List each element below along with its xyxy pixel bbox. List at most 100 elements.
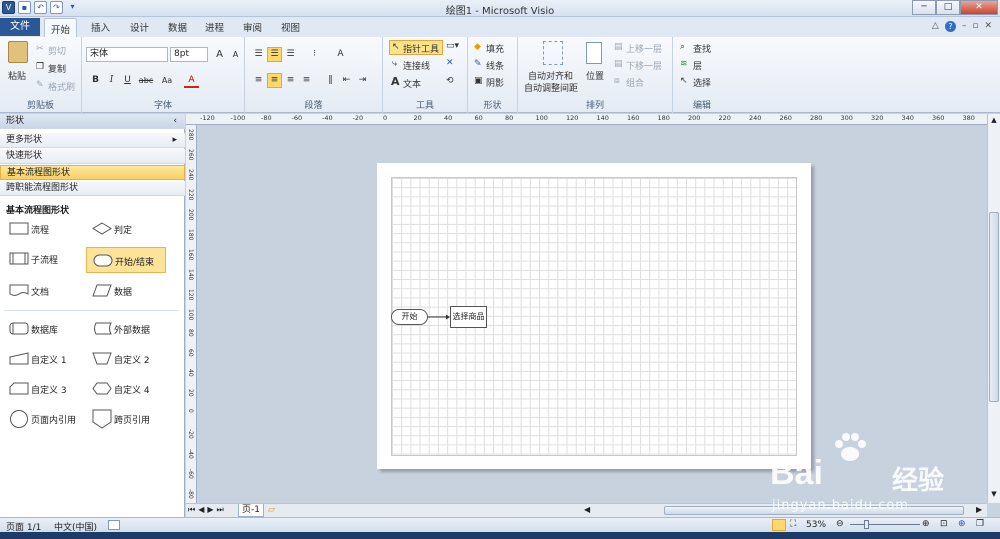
zoom-slider-track[interactable] bbox=[850, 524, 920, 525]
position-icon[interactable] bbox=[586, 42, 602, 64]
basic-flowchart-item[interactable]: 基本流程图形状 bbox=[0, 165, 185, 180]
strikethrough-button[interactable]: abc bbox=[137, 73, 155, 88]
text-direction-icon[interactable]: A bbox=[333, 47, 348, 62]
shape-item-custom1[interactable]: 自定义 1 bbox=[3, 348, 85, 370]
scroll-down-icon[interactable]: ▼ bbox=[989, 490, 999, 499]
tab-insert[interactable]: 插入 bbox=[91, 20, 110, 34]
shape-item-document[interactable]: 文档 bbox=[3, 280, 85, 302]
send-backward-button[interactable]: 下移一层 bbox=[626, 59, 662, 72]
fill-button[interactable]: 填充 bbox=[486, 42, 504, 55]
bold-button[interactable]: B bbox=[88, 73, 103, 88]
zoom-slider-thumb[interactable] bbox=[864, 520, 869, 529]
select-product-process-shape[interactable]: 选择商品 bbox=[450, 306, 487, 328]
grow-font-button[interactable]: A bbox=[212, 47, 227, 62]
tab-review[interactable]: 审阅 bbox=[243, 20, 262, 34]
more-shapes-item[interactable]: 更多形状 ▸ bbox=[0, 133, 185, 148]
rectangle-tool-icon[interactable]: ▭▾ bbox=[446, 41, 459, 51]
full-screen-icon[interactable]: ⛶ bbox=[790, 519, 796, 529]
align-right-icon[interactable]: ≡ bbox=[283, 73, 298, 88]
format-painter-icon[interactable]: ✎ bbox=[36, 80, 44, 90]
increase-indent-icon[interactable]: ⇥ bbox=[355, 73, 370, 88]
macro-record-icon[interactable] bbox=[108, 520, 120, 530]
align-center-icon[interactable]: ≡ bbox=[267, 73, 282, 88]
switch-windows-icon[interactable]: ❐ bbox=[976, 519, 984, 529]
pan-zoom-icon[interactable]: ⊕ bbox=[958, 519, 966, 529]
position-button[interactable]: 位置 bbox=[586, 69, 604, 82]
shape-item-data[interactable]: 数据 bbox=[86, 280, 168, 302]
vertical-scrollbar[interactable]: ▲ ▼ bbox=[987, 114, 1000, 503]
maximize-button[interactable]: □ bbox=[936, 0, 960, 15]
format-painter-button[interactable]: 格式刷 bbox=[48, 80, 75, 93]
help-icon[interactable]: ? bbox=[944, 21, 956, 32]
tab-data[interactable]: 数据 bbox=[168, 20, 187, 34]
connector-tool-button[interactable]: 连接线 bbox=[403, 59, 430, 72]
justify-icon[interactable]: ≡ bbox=[299, 73, 314, 88]
shape-item-on-page-reference[interactable]: 页面内引用 bbox=[3, 408, 85, 430]
minimize-button[interactable]: ─ bbox=[912, 0, 936, 15]
rotate-icon[interactable]: ⟲ bbox=[446, 76, 454, 86]
shape-item-subprocess[interactable]: 子流程 bbox=[3, 248, 85, 270]
font-size-select[interactable]: 8pt bbox=[170, 47, 208, 62]
align-bottom-icon[interactable]: ☰ bbox=[283, 47, 298, 62]
font-family-select[interactable]: 宋体 bbox=[86, 47, 168, 62]
shape-item-off-page-reference[interactable]: 跨页引用 bbox=[86, 408, 168, 430]
decrease-indent-icon[interactable]: ⇤ bbox=[339, 73, 354, 88]
copy-button[interactable]: 复制 bbox=[48, 62, 66, 75]
page-tab-1[interactable]: 页-1 bbox=[238, 504, 264, 517]
tab-view[interactable]: 视图 bbox=[281, 20, 300, 34]
text-tool-button[interactable]: 文本 bbox=[403, 77, 421, 90]
zoom-in-icon[interactable]: ⊕ bbox=[922, 519, 930, 529]
underline-button[interactable]: U bbox=[120, 73, 135, 88]
minimize-ribbon-icon[interactable]: △ bbox=[932, 21, 939, 32]
doc-minimize-icon[interactable]: – bbox=[962, 21, 967, 32]
find-button[interactable]: 查找 bbox=[693, 42, 711, 55]
zoom-level[interactable]: 53% bbox=[806, 520, 826, 530]
copy-icon[interactable]: ❐ bbox=[36, 62, 44, 72]
shrink-font-button[interactable]: A bbox=[228, 47, 243, 62]
zoom-out-icon[interactable]: ⊖ bbox=[836, 519, 844, 529]
distribute-icon[interactable]: ‖ bbox=[323, 73, 338, 88]
paste-icon[interactable] bbox=[8, 41, 28, 63]
tab-file[interactable]: 文件 bbox=[0, 18, 40, 36]
quick-shapes-item[interactable]: 快速形状 bbox=[0, 149, 185, 164]
scroll-up-icon[interactable]: ▲ bbox=[989, 116, 999, 125]
layers-button[interactable]: 层 bbox=[693, 59, 702, 72]
tab-home[interactable]: 开始 bbox=[44, 18, 78, 37]
shape-item-custom3[interactable]: 自定义 3 bbox=[3, 378, 85, 400]
insert-page-icon[interactable]: ▱ bbox=[268, 505, 275, 515]
start-terminator-shape[interactable]: 开始 bbox=[391, 309, 428, 325]
shape-item-decision[interactable]: 判定 bbox=[86, 218, 168, 240]
shape-item-custom4[interactable]: 自定义 4 bbox=[86, 378, 168, 400]
normal-view-icon[interactable] bbox=[772, 519, 786, 531]
close-connector-icon[interactable]: ✕ bbox=[446, 58, 454, 68]
italic-button[interactable]: I bbox=[104, 73, 119, 88]
shadow-button[interactable]: 阴影 bbox=[486, 76, 504, 89]
line-button[interactable]: 线条 bbox=[486, 59, 504, 72]
bring-forward-button[interactable]: 上移一层 bbox=[626, 42, 662, 55]
scroll-left-icon[interactable]: ◀ bbox=[584, 505, 590, 514]
cut-button[interactable]: 剪切 bbox=[48, 44, 66, 57]
bullets-icon[interactable]: ⁝ bbox=[307, 47, 322, 62]
font-color-button[interactable]: A bbox=[184, 73, 199, 88]
align-top-icon[interactable]: ☰ bbox=[251, 47, 266, 62]
paste-button[interactable]: 粘贴 bbox=[8, 69, 26, 82]
connector-arrow[interactable] bbox=[428, 313, 450, 321]
auto-align-icon[interactable] bbox=[543, 41, 563, 65]
change-case-button[interactable]: Aa bbox=[158, 73, 176, 88]
collapse-panel-icon[interactable]: ‹ bbox=[173, 114, 177, 129]
align-left-icon[interactable]: ≡ bbox=[251, 73, 266, 88]
doc-close-icon[interactable]: ✕ bbox=[984, 21, 992, 32]
shape-item-process[interactable]: 流程 bbox=[3, 218, 85, 240]
group-button[interactable]: 组合 bbox=[626, 76, 644, 89]
close-button[interactable]: ✕ bbox=[960, 0, 998, 15]
page-navigation-icons[interactable]: ⏮◀▶⏭ bbox=[188, 505, 227, 515]
shape-item-custom2[interactable]: 自定义 2 bbox=[86, 348, 168, 370]
fit-page-icon[interactable]: ⊡ bbox=[940, 519, 948, 529]
vertical-scroll-thumb[interactable] bbox=[989, 212, 999, 402]
tab-design[interactable]: 设计 bbox=[130, 20, 149, 34]
cross-functional-item[interactable]: 跨职能流程图形状 bbox=[0, 181, 185, 196]
auto-align-label-2[interactable]: 自动调整间距 bbox=[524, 81, 578, 94]
cut-icon[interactable]: ✂ bbox=[36, 44, 44, 54]
tab-process[interactable]: 进程 bbox=[205, 20, 224, 34]
shape-item-terminator[interactable]: 开始/结束 bbox=[86, 247, 166, 273]
